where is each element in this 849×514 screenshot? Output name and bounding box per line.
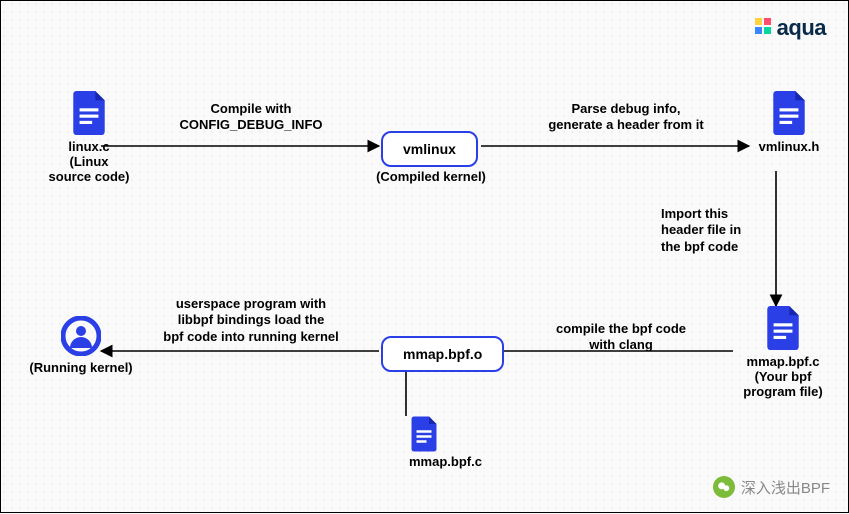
file-icon	[70, 91, 108, 135]
node-linux-c: linux.c (Linux source code)	[39, 91, 139, 184]
node-vmlinux: vmlinux	[381, 131, 478, 167]
node-mmap-bpf-c-title: mmap.bpf.c	[733, 354, 833, 369]
node-mmap-bpf-c2: mmap.bpf.c	[409, 416, 529, 469]
file-icon	[409, 416, 439, 452]
aqua-logo-icon	[753, 16, 773, 42]
node-running-kernel-title: (Running kernel)	[21, 360, 141, 375]
edge-load-label: userspace program with libbpf bindings l…	[136, 296, 366, 345]
edge-clang-label: compile the bpf code with clang	[526, 321, 716, 354]
node-mmap-bpf-o-title: mmap.bpf.o	[403, 346, 482, 362]
footer-text: 深入浅出BPF	[741, 477, 830, 498]
node-linux-c-caption: (Linux source code)	[39, 154, 139, 184]
file-icon	[770, 91, 808, 135]
file-icon	[764, 306, 802, 350]
node-running-kernel: (Running kernel)	[21, 316, 141, 375]
edge-compile-label: Compile with CONFIG_DEBUG_INFO	[151, 101, 351, 134]
node-mmap-bpf-c2-title: mmap.bpf.c	[409, 454, 529, 469]
node-vmlinux-caption: (Compiled kernel)	[371, 169, 491, 184]
node-vmlinux-caption-wrap: (Compiled kernel)	[371, 169, 491, 184]
node-vmlinux-h: vmlinux.h	[749, 91, 829, 154]
user-circle-icon	[61, 316, 101, 356]
node-mmap-bpf-o: mmap.bpf.o	[381, 336, 504, 372]
node-mmap-bpf-c: mmap.bpf.c (Your bpf program file)	[733, 306, 833, 399]
brand-logo: aqua	[753, 15, 826, 42]
node-mmap-bpf-c-caption: (Your bpf program file)	[733, 369, 833, 399]
edge-import-label: Import this header file in the bpf code	[661, 206, 771, 255]
edge-parse-label: Parse debug info, generate a header from…	[521, 101, 731, 134]
node-vmlinux-h-title: vmlinux.h	[749, 139, 829, 154]
footer-watermark: 深入浅出BPF	[713, 476, 830, 498]
node-linux-c-title: linux.c	[39, 139, 139, 154]
wechat-icon	[713, 476, 735, 498]
node-vmlinux-title: vmlinux	[403, 141, 456, 157]
brand-name: aqua	[777, 15, 826, 40]
